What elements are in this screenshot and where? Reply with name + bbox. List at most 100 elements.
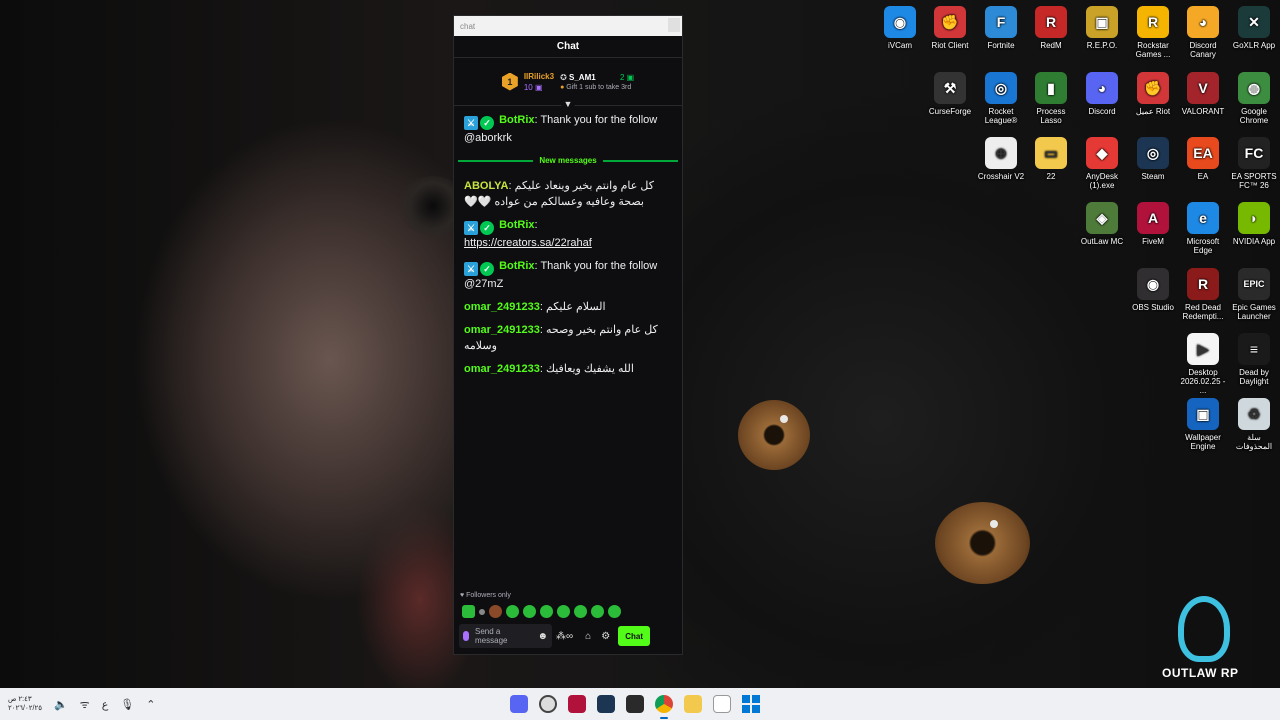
desktop-icon-label: Process Lasso (1036, 107, 1066, 125)
start-windows-icon[interactable] (742, 695, 760, 713)
input-language[interactable]: ع (102, 698, 109, 711)
desktop-icon-label: Riot Client (931, 41, 969, 50)
chat-message-text: الله يشفيك ويعافيك (545, 363, 634, 375)
chevron-up-icon[interactable]: ⌃ (146, 698, 155, 711)
wifi-icon[interactable]: ᯤ (80, 697, 90, 712)
chat-message-link[interactable]: https://creators.sa/22rahaf (464, 237, 592, 249)
file-explorer-taskbar-icon[interactable] (684, 695, 702, 713)
emote-icon[interactable] (540, 605, 553, 618)
emoji-icon[interactable]: ☻ (537, 631, 548, 642)
desktop-icon[interactable]: ⊕ Crosshair V2 (976, 137, 1026, 181)
chat-username[interactable]: BotRix (499, 219, 534, 231)
emote-icon[interactable] (489, 605, 502, 618)
wallpaper-cat-eye-upper (738, 400, 810, 470)
taskbar: ٢:٤٣ ص ٢٠٢٦/٠٢/٢٥ 🔈 ᯤ ع 🎙 ⌃ (0, 688, 1280, 720)
emote-icon[interactable] (557, 605, 570, 618)
chat-username[interactable]: omar_2491233 (464, 363, 540, 375)
drops-icon[interactable]: ⁂∞ (556, 631, 573, 642)
desktop-icon[interactable]: ◕ Discord (1077, 72, 1127, 116)
store-taskbar-icon[interactable] (713, 695, 731, 713)
desktop-icon[interactable]: ◎ Steam (1128, 137, 1178, 181)
chat-username[interactable]: omar_2491233 (464, 324, 540, 336)
desktop-icon[interactable]: ▭ 22 (1026, 137, 1076, 181)
desktop-icon[interactable]: ◈ OutLaw MC (1077, 202, 1127, 246)
desktop-icon[interactable]: A FiveM (1128, 202, 1178, 246)
crosshair-taskbar-icon[interactable] (539, 695, 557, 713)
settings-gear-icon[interactable]: ⚙ (601, 631, 610, 642)
desktop-icon[interactable]: ▣ R.E.P.O. (1077, 6, 1127, 50)
chat-username[interactable]: BotRix (499, 260, 534, 272)
emote-icon[interactable] (591, 605, 604, 618)
discord-taskbar-icon[interactable] (510, 695, 528, 713)
desktop-icon[interactable]: ◉ OBS Studio (1128, 268, 1178, 312)
emote-icon[interactable] (574, 605, 587, 618)
desktop-icon-label: Rockstar Games ... (1135, 41, 1171, 59)
desktop-icon-label: Desktop 2026.02.25 - ... (1180, 368, 1226, 395)
desktop-icon[interactable]: ≡ Dead by Daylight (1229, 333, 1279, 386)
app-icon: ◆ (1086, 137, 1118, 169)
desktop-icon[interactable]: ✕ GoXLR App (1229, 6, 1279, 50)
chat-send-button[interactable]: Chat (618, 626, 651, 646)
desktop-icon-label: Microsoft Edge (1186, 237, 1220, 255)
desktop-icon[interactable]: R Red Dead Redempti... (1178, 268, 1228, 321)
emote-icon[interactable] (479, 608, 485, 615)
app-icon: ✊ (934, 6, 966, 38)
desktop-icon[interactable]: ◆ AnyDesk (1).exe (1077, 137, 1127, 190)
gift-leaderboard[interactable]: 1 IIRilick3 10 ▣ ✪ S_AM1 2 ▣ ● Gift 1 su… (454, 58, 682, 109)
leaderboard-second-name[interactable]: S_AM1 (569, 73, 596, 82)
desktop-icon[interactable]: ✊ عميل Riot (1128, 72, 1178, 116)
desktop-icon-label: Wallpaper Engine (1185, 433, 1221, 451)
goxlr-taskbar-icon[interactable] (626, 695, 644, 713)
emote-icon[interactable] (608, 605, 621, 618)
desktop-icon[interactable]: ▣ Wallpaper Engine (1178, 398, 1228, 451)
chat-footer: ♥ Followers only Send a message ☻ ⁂∞ ⌂ ⚙… (454, 592, 682, 654)
fivem-taskbar-icon[interactable] (568, 695, 586, 713)
titlebar-control[interactable] (668, 18, 680, 32)
app-icon: ⚒ (934, 72, 966, 104)
desktop-icon[interactable]: ⚒ CurseForge (925, 72, 975, 116)
desktop-icon[interactable]: EPIC Epic Games Launcher (1229, 268, 1279, 321)
chat-username[interactable]: omar_2491233 (464, 301, 540, 313)
desktop-icon[interactable]: EA EA (1178, 137, 1228, 181)
desktop-icon[interactable]: V VALORANT (1178, 72, 1228, 116)
desktop-icon-label: Google Chrome (1239, 107, 1269, 125)
desktop-icon[interactable]: ▶ Desktop 2026.02.25 - ... (1178, 333, 1228, 395)
send-message-input[interactable]: Send a message ☻ (459, 624, 552, 648)
emote-icon[interactable] (523, 605, 536, 618)
store-icon[interactable]: ⌂ (585, 631, 591, 642)
desktop-icon[interactable]: ◗ NVIDIA App (1229, 202, 1279, 246)
app-icon: ⊕ (985, 137, 1017, 169)
clock-date: ٢٠٢٦/٠٢/٢٥ (8, 705, 42, 712)
app-icon: e (1187, 202, 1219, 234)
desktop-icon-label: Fortnite (987, 41, 1015, 50)
chat-username[interactable]: BotRix (499, 114, 534, 126)
collapse-arrow-icon[interactable]: ▼ (561, 99, 575, 109)
chat-username[interactable]: ABOLYA (464, 180, 508, 192)
clock[interactable]: ٢:٤٣ ص ٢٠٢٦/٠٢/٢٥ (8, 695, 42, 713)
desktop-icon[interactable]: FC EA SPORTS FC™ 26 (1229, 137, 1279, 190)
desktop-icon[interactable]: ◕ Discord Canary (1178, 6, 1228, 59)
desktop-icon[interactable]: ◉ iVCam (875, 6, 925, 50)
emote-icon[interactable] (506, 605, 519, 618)
heart-icon: ♥ (460, 592, 465, 599)
desktop-icon-label: عميل Riot (1135, 107, 1171, 116)
desktop-icon[interactable]: ✊ Riot Client (925, 6, 975, 50)
volume-icon[interactable]: 🔈 (54, 698, 68, 711)
steam-taskbar-icon[interactable] (597, 695, 615, 713)
desktop-icon[interactable]: ♻ سلة المحذوفات (1229, 398, 1279, 451)
desktop-icon[interactable]: R Rockstar Games ... (1128, 6, 1178, 59)
new-messages-label: New messages (539, 156, 597, 165)
desktop-icon[interactable]: R RedM (1026, 6, 1076, 50)
desktop-icon[interactable]: ▮ Process Lasso (1026, 72, 1076, 125)
desktop-icon[interactable]: F Fortnite (976, 6, 1026, 50)
desktop-icon[interactable]: e Microsoft Edge (1178, 202, 1228, 255)
app-icon: R (1187, 268, 1219, 300)
window-titlebar[interactable]: chat (454, 16, 682, 36)
emote-icon[interactable] (462, 605, 475, 618)
desktop-icon[interactable]: ◍ Google Chrome (1229, 72, 1279, 125)
mic-icon[interactable] (463, 631, 469, 641)
chrome-taskbar-icon[interactable] (655, 695, 673, 719)
microphone-icon[interactable]: 🎙 (120, 698, 134, 711)
desktop-icon[interactable]: ◎ Rocket League® (976, 72, 1026, 125)
leaderboard-first-name[interactable]: IIRilick3 (524, 72, 554, 81)
